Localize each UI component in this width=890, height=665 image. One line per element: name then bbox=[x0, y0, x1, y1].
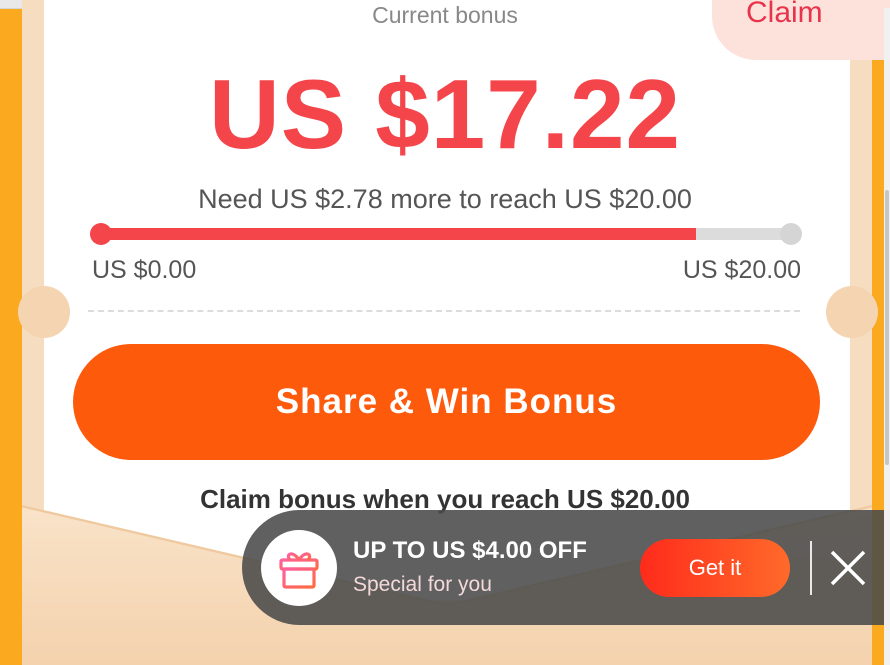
scrollbar-thumb[interactable] bbox=[885, 190, 889, 465]
toast-title: UP TO US $4.00 OFF bbox=[353, 537, 587, 564]
current-bonus-label: Current bonus bbox=[372, 2, 518, 28]
progress-end-dot bbox=[780, 223, 802, 245]
progress-start-dot bbox=[90, 223, 112, 245]
close-toast-button[interactable] bbox=[826, 544, 870, 592]
bonus-amount: US $17.22 bbox=[208, 59, 682, 169]
promo-toast bbox=[242, 510, 890, 625]
toast-subtitle: Special for you bbox=[353, 573, 492, 596]
ticket-notch-right bbox=[826, 286, 878, 338]
gift-badge bbox=[261, 530, 337, 606]
progress-fill bbox=[100, 228, 696, 240]
gift-icon bbox=[279, 552, 319, 589]
close-icon bbox=[830, 550, 866, 586]
progress-track bbox=[100, 228, 792, 240]
progress-max-label: US $20.00 bbox=[682, 256, 801, 284]
get-it-button[interactable]: Get it bbox=[640, 539, 790, 597]
need-more-text: Need US $2.78 more to reach US $20.00 bbox=[198, 184, 692, 214]
toast-separator bbox=[810, 541, 812, 595]
ticket-notch-left bbox=[18, 286, 70, 338]
progress-min-label: US $0.00 bbox=[92, 256, 197, 284]
share-win-bonus-button[interactable]: Share & Win Bonus bbox=[73, 344, 820, 460]
dashed-divider bbox=[88, 310, 800, 312]
